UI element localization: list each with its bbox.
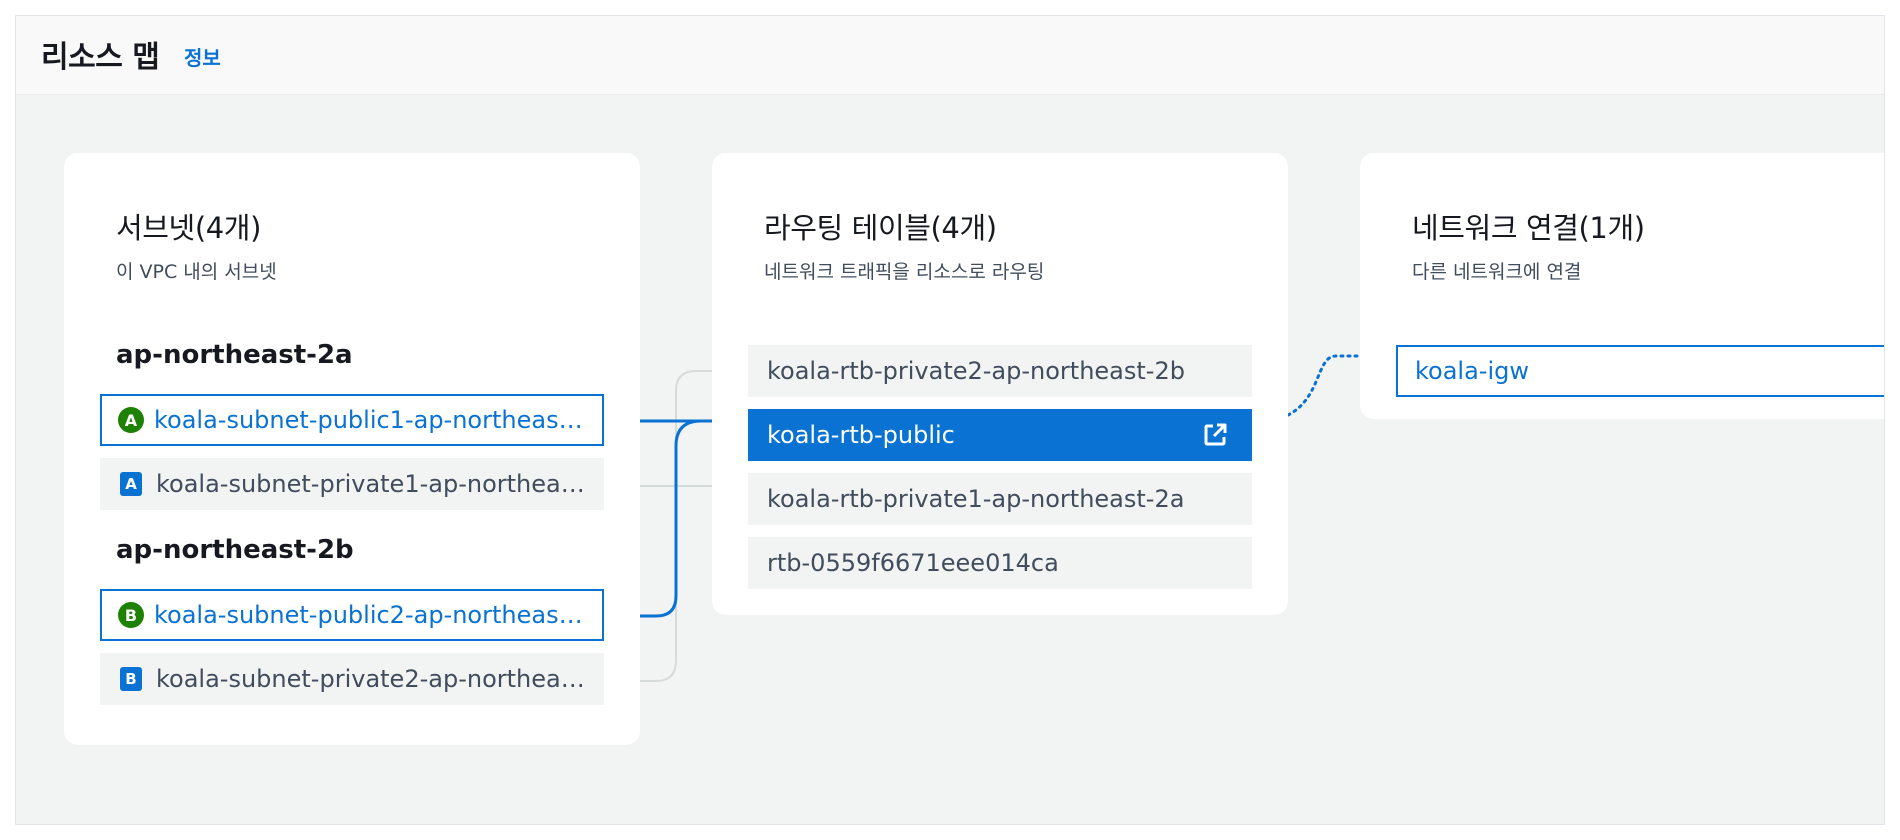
network-connections-description: 다른 네트워크에 연결 <box>1412 261 1582 283</box>
route-table-item[interactable]: rtb-0559f6671eee014ca <box>748 537 1252 589</box>
subnet-label: koala-subnet-private2-ap-northea… <box>156 665 585 693</box>
zone-b-badge-icon: B <box>118 602 144 628</box>
route-tables-card: 라우팅 테이블(4개) 네트워크 트래픽을 리소스로 라우팅 koala-rtb… <box>712 153 1288 615</box>
divider <box>496 824 1876 825</box>
route-table-label: koala-rtb-public <box>767 421 955 449</box>
subnet-item[interactable]: B koala-subnet-private2-ap-northea… <box>100 653 604 705</box>
subnet-item[interactable]: A koala-subnet-public1-ap-northeas… <box>100 394 604 446</box>
subnet-label: koala-subnet-public1-ap-northeas… <box>154 406 583 434</box>
network-connections-title: 네트워크 연결(1개) <box>1412 211 1645 245</box>
subnets-title: 서브넷(4개) <box>116 211 261 245</box>
zone-name: ap-northeast-2b <box>116 535 354 565</box>
subnets-description: 이 VPC 내의 서브넷 <box>116 261 277 283</box>
internet-gateway-label: koala-igw <box>1415 357 1529 385</box>
zone-a-badge-icon: A <box>120 472 142 496</box>
route-table-item[interactable]: koala-rtb-public <box>748 409 1252 461</box>
internet-gateway-item[interactable]: koala-igw <box>1396 345 1884 397</box>
route-table-label: koala-rtb-private1-ap-northeast-2a <box>767 485 1185 513</box>
route-tables-title: 라우팅 테이블(4개) <box>764 211 997 245</box>
subnet-item[interactable]: B koala-subnet-public2-ap-northeas… <box>100 589 604 641</box>
route-table-label: koala-rtb-private2-ap-northeast-2b <box>767 357 1185 385</box>
zone-name: ap-northeast-2a <box>116 340 353 370</box>
zone-a-badge-icon: A <box>118 407 144 433</box>
route-table-label: rtb-0559f6671eee014ca <box>767 549 1059 577</box>
subnets-card: 서브넷(4개) 이 VPC 내의 서브넷 ap-northeast-2a A k… <box>64 153 640 745</box>
resource-map-container: 리소스 맵 정보 서브넷(4개) 이 VPC 내의 서브넷 ap-northea… <box>15 15 1885 825</box>
subnet-label: koala-subnet-public2-ap-northeas… <box>154 601 583 629</box>
subnet-item[interactable]: A koala-subnet-private1-ap-northea… <box>100 458 604 510</box>
external-link-icon[interactable] <box>1202 422 1228 448</box>
route-table-item[interactable]: koala-rtb-private1-ap-northeast-2a <box>748 473 1252 525</box>
route-tables-description: 네트워크 트래픽을 리소스로 라우팅 <box>764 261 1045 283</box>
route-table-item[interactable]: koala-rtb-private2-ap-northeast-2b <box>748 345 1252 397</box>
zone-b-badge-icon: B <box>120 667 142 691</box>
subnet-label: koala-subnet-private1-ap-northea… <box>156 470 585 498</box>
network-connections-card: 네트워크 연결(1개) 다른 네트워크에 연결 koala-igw <box>1360 153 1884 419</box>
